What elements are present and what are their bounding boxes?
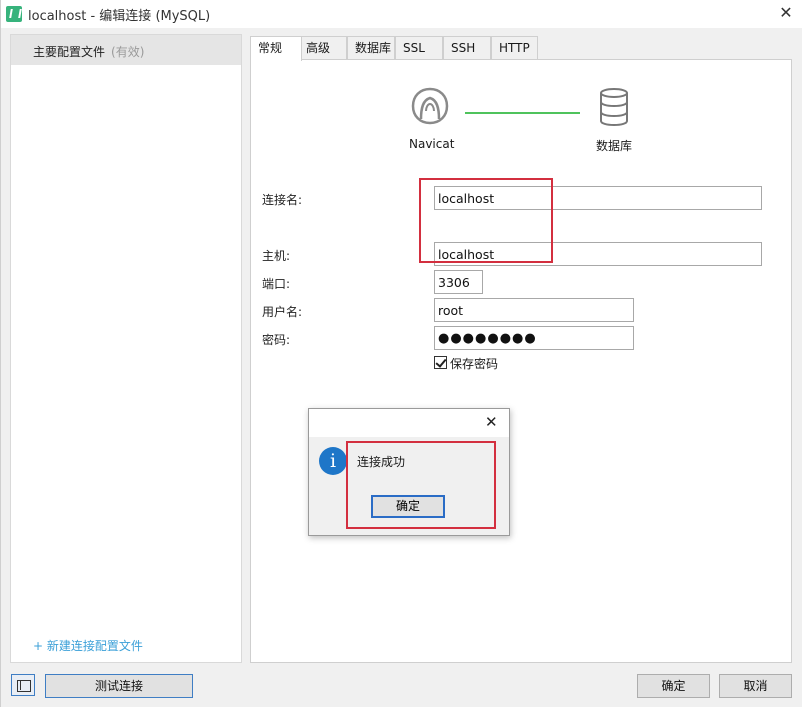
edit-connection-window: localhost - 编辑连接 (MySQL) ✕ 主要配置文件 (有效) + …: [0, 0, 802, 707]
navicat-app-icon: [6, 6, 22, 22]
connection-line: [465, 112, 580, 114]
dialog-title-bar: ✕: [309, 409, 509, 437]
navicat-label: Navicat: [409, 137, 455, 151]
dialog-message: 连接成功: [357, 455, 406, 469]
tab-http[interactable]: HTTP: [491, 36, 538, 60]
toggle-sidebar-icon[interactable]: [11, 674, 35, 696]
window-close-button[interactable]: ✕: [777, 3, 795, 22]
test-connection-button[interactable]: 测试连接: [45, 674, 193, 698]
tab-ssl[interactable]: SSL: [395, 36, 443, 60]
connection-name-label: 连接名:: [262, 193, 303, 207]
profile-list-panel: 主要配置文件 (有效) + 新建连接配置文件: [10, 34, 242, 663]
database-label: 数据库: [596, 139, 633, 153]
port-label: 端口:: [262, 277, 291, 291]
profile-label: 主要配置文件 (有效): [33, 43, 144, 60]
password-label: 密码:: [262, 333, 291, 347]
save-password-label: 保存密码: [450, 357, 499, 371]
tab-advanced[interactable]: 高级: [298, 36, 347, 60]
profile-item-main[interactable]: 主要配置文件 (有效): [11, 35, 241, 65]
info-icon: i: [319, 447, 347, 475]
database-icon: [600, 88, 628, 127]
host-input[interactable]: [434, 242, 762, 266]
profile-state: (有效): [111, 45, 145, 59]
tab-ssh[interactable]: SSH: [443, 36, 491, 60]
dialog-ok-button[interactable]: 确定: [371, 495, 445, 518]
profile-name: 主要配置文件: [33, 45, 106, 59]
password-input[interactable]: [434, 326, 634, 350]
port-input[interactable]: [434, 270, 483, 294]
username-label: 用户名:: [262, 305, 303, 319]
tab-general[interactable]: 常规: [250, 36, 302, 61]
username-input[interactable]: [434, 298, 634, 322]
cancel-button[interactable]: 取消: [719, 674, 792, 698]
title-bar: localhost - 编辑连接 (MySQL) ✕: [1, 0, 802, 28]
navicat-logo-icon: [411, 87, 449, 125]
save-password-checkbox[interactable]: [434, 356, 447, 369]
general-settings-panel: Navicat 数据库 连接名: 主机: 端口: 用户名: 密码: 保存密码: [250, 59, 792, 663]
new-profile-link[interactable]: + 新建连接配置文件: [33, 637, 143, 654]
ok-button[interactable]: 确定: [637, 674, 710, 698]
connection-name-input[interactable]: [434, 186, 762, 210]
window-title: localhost - 编辑连接 (MySQL): [28, 9, 211, 24]
tab-databases[interactable]: 数据库: [347, 36, 395, 60]
message-dialog: ✕ i 连接成功 确定: [308, 408, 510, 536]
host-label: 主机:: [262, 249, 291, 263]
dialog-close-button[interactable]: ✕: [485, 413, 498, 431]
